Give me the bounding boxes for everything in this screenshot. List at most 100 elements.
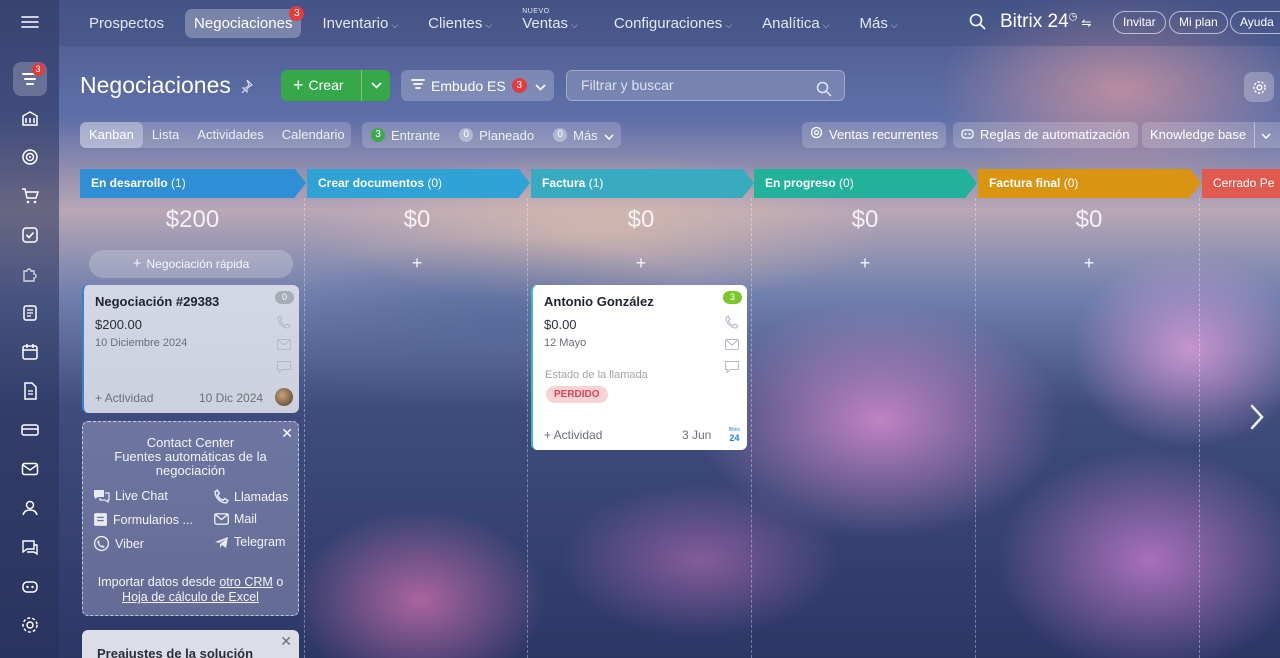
add-activity-link[interactable]: + Actividad bbox=[544, 428, 602, 442]
mail-icon[interactable] bbox=[724, 337, 740, 355]
brand-logo[interactable]: Bitrix 24◷ ⇋ bbox=[1000, 11, 1091, 33]
funnel-icon bbox=[411, 78, 425, 94]
add-deal-plus-icon[interactable]: + bbox=[529, 253, 753, 274]
tab-calendario[interactable]: Calendario bbox=[273, 122, 354, 148]
activity-counters: 3 Entrante 0 Planeado 0 Más bbox=[362, 122, 621, 148]
rail-checkbox-icon[interactable] bbox=[13, 218, 47, 252]
my-plan-button[interactable]: Mi plan bbox=[1169, 11, 1228, 34]
invite-button[interactable]: Invitar bbox=[1113, 11, 1166, 34]
rail-chat-icon[interactable] bbox=[13, 530, 47, 564]
deal-date: 12 Mayo bbox=[544, 337, 587, 349]
nav-negociaciones[interactable]: Negociaciones 3 bbox=[185, 5, 305, 38]
channel-telegram[interactable]: Telegram bbox=[214, 535, 285, 549]
robot-icon bbox=[961, 122, 974, 148]
rail-gear-icon[interactable] bbox=[13, 608, 47, 642]
scroll-right-chevron-icon[interactable] bbox=[1249, 404, 1265, 435]
rail-calendar-icon[interactable] bbox=[13, 335, 47, 369]
rail-bank-icon[interactable] bbox=[13, 101, 47, 135]
rail-card-icon[interactable] bbox=[13, 413, 47, 447]
create-button[interactable]: + Crear bbox=[281, 70, 390, 101]
solution-presets-widget: Preajustes de la solución ✕ bbox=[82, 630, 299, 658]
viber-icon bbox=[93, 535, 110, 552]
create-dropdown-chevron-icon[interactable] bbox=[361, 70, 390, 101]
rail-puzzle-icon[interactable] bbox=[13, 257, 47, 291]
search-icon[interactable] bbox=[816, 78, 832, 107]
column-sum: $0 bbox=[627, 206, 655, 233]
channel-live-chat[interactable]: Live Chat bbox=[93, 489, 168, 503]
nav-mas[interactable]: Más ⌵ bbox=[851, 9, 907, 38]
recurring-sales-button[interactable]: Ventas recurrentes bbox=[802, 122, 947, 148]
contact-center-title: Contact Center Fuentes automáticas de la… bbox=[114, 435, 267, 478]
phone-icon[interactable] bbox=[725, 315, 739, 334]
rail-robot-icon[interactable] bbox=[13, 569, 47, 603]
tab-lista[interactable]: Lista bbox=[143, 122, 188, 148]
deal-date: 10 Diciembre 2024 bbox=[95, 337, 188, 349]
search-icon[interactable] bbox=[969, 13, 986, 34]
rail-contacts-icon[interactable] bbox=[13, 491, 47, 525]
pin-icon[interactable] bbox=[239, 79, 253, 98]
deal-card[interactable]: Negociación #29383 0 $200.00 10 Diciembr… bbox=[82, 285, 299, 413]
excel-import-link[interactable]: Hoja de cálculo de Excel bbox=[122, 590, 259, 604]
help-button[interactable]: Ayuda bbox=[1230, 11, 1280, 34]
channel-viber[interactable]: Viber bbox=[93, 535, 144, 552]
plus-icon: + bbox=[293, 75, 304, 95]
close-icon[interactable]: ✕ bbox=[280, 633, 292, 650]
nav-clientes[interactable]: Clientes ⌵ bbox=[419, 9, 501, 38]
deal-amount: $200.00 bbox=[95, 317, 142, 332]
funnel-selector[interactable]: Embudo ES 3 bbox=[401, 70, 554, 101]
chevron-down-icon: ⌵ bbox=[485, 19, 493, 30]
rail-crm-funnel-icon[interactable]: 3 bbox=[12, 62, 47, 96]
channel-llamadas[interactable]: Llamadas bbox=[214, 489, 288, 504]
tab-kanban[interactable]: Kanban bbox=[80, 122, 143, 148]
rail-cart-icon[interactable] bbox=[13, 179, 47, 213]
quick-deal-button[interactable]: + Negociación rápida bbox=[89, 250, 293, 278]
view-switcher: Kanban Lista Actividades Calendario bbox=[80, 122, 351, 148]
nav-analitica[interactable]: Analítica ⌵ bbox=[753, 9, 838, 38]
channel-mail[interactable]: Mail bbox=[214, 512, 257, 526]
phone-icon[interactable] bbox=[277, 315, 291, 334]
hamburger-menu-icon[interactable] bbox=[16, 12, 44, 32]
rail-notes-icon[interactable] bbox=[13, 296, 47, 330]
stage-header-crear-documentos[interactable]: Crear documentos (0) bbox=[307, 169, 530, 198]
phone-icon bbox=[214, 489, 229, 504]
nav-ventas[interactable]: NUEVO Ventas ⌵ bbox=[513, 8, 587, 38]
other-crm-link[interactable]: otro CRM bbox=[219, 575, 272, 589]
add-activity-link[interactable]: + Actividad bbox=[95, 391, 153, 405]
chat-icon[interactable] bbox=[276, 360, 292, 378]
settings-sliders-icon: ⇋ bbox=[1081, 16, 1092, 30]
tab-actividades[interactable]: Actividades bbox=[188, 122, 272, 148]
knowledge-base-button[interactable]: Knowledge base bbox=[1142, 122, 1280, 148]
automation-rules-button[interactable]: Reglas de automatización bbox=[953, 122, 1138, 148]
counter-mas[interactable]: 0 Más bbox=[553, 128, 614, 143]
clock-icon: ◷ bbox=[1068, 11, 1078, 23]
chevron-down-icon: ⌵ bbox=[571, 19, 578, 30]
deal-title[interactable]: Antonio González bbox=[544, 294, 654, 309]
deal-card[interactable]: Antonio González 3 $0.00 12 Mayo Estado … bbox=[531, 285, 747, 450]
add-deal-plus-icon[interactable]: + bbox=[305, 253, 529, 274]
chat-icon[interactable] bbox=[724, 360, 740, 378]
chevron-down-icon: ⌵ bbox=[391, 19, 399, 30]
rail-mail-icon[interactable] bbox=[13, 452, 47, 486]
rail-document-icon[interactable] bbox=[13, 374, 47, 408]
counter-planeado[interactable]: 0 Planeado bbox=[459, 128, 534, 143]
deal-title[interactable]: Negociación #29383 bbox=[95, 294, 219, 309]
nav-prospectos[interactable]: Prospectos bbox=[80, 9, 173, 38]
channel-formularios[interactable]: Formularios ... bbox=[93, 512, 193, 527]
stage-header-en-progreso[interactable]: En progreso (0) bbox=[754, 169, 977, 198]
add-deal-plus-icon[interactable]: + bbox=[977, 253, 1201, 274]
stage-header-cerrado[interactable]: Cerrado Pe bbox=[1202, 169, 1280, 198]
stage-header-en-desarrollo[interactable]: En desarrollo (1) bbox=[80, 169, 306, 198]
add-deal-plus-icon[interactable]: + bbox=[753, 253, 977, 274]
stage-header-factura-final[interactable]: Factura final (0) bbox=[978, 169, 1201, 198]
settings-gear-button[interactable] bbox=[1244, 72, 1274, 102]
stage-header-factura[interactable]: Factura (1) bbox=[531, 169, 754, 198]
mail-icon[interactable] bbox=[276, 337, 292, 355]
deal-footer-date: 3 Jun bbox=[682, 428, 712, 442]
rail-target-icon[interactable] bbox=[13, 140, 47, 174]
filter-search-input[interactable]: Filtrar y buscar bbox=[566, 70, 845, 101]
avatar[interactable] bbox=[275, 388, 293, 406]
counter-entrante[interactable]: 3 Entrante bbox=[371, 128, 440, 143]
nav-configuraciones[interactable]: Configuraciones ⌵ bbox=[605, 9, 741, 38]
recurring-icon bbox=[810, 122, 823, 148]
nav-inventario[interactable]: Inventario ⌵ bbox=[313, 9, 407, 38]
